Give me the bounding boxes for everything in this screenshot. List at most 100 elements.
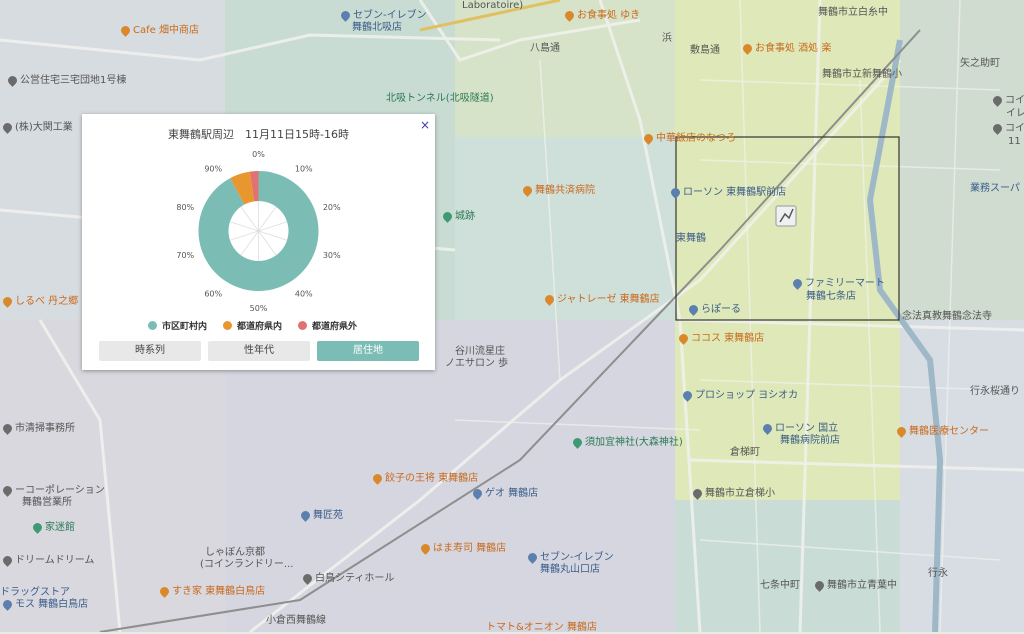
map-poi-label[interactable]: 舞鶴市立倉梯小 [690, 486, 775, 500]
map-poi-label[interactable]: 餃子の王将 東舞鶴店 [370, 471, 479, 485]
map-poi-label[interactable]: 須加宜神社(大森神社) [570, 435, 683, 449]
map-poi-label[interactable]: らぽーる [686, 302, 741, 316]
ring-tick-label: 0% [252, 150, 265, 159]
map-poi-text: ーコーポレーション [15, 485, 105, 496]
map-poi-label[interactable]: ファミリーマート [790, 276, 885, 290]
legend-label: 都道府県内 [237, 322, 283, 332]
map-pin-icon [1, 483, 14, 497]
map-poi-label[interactable]: プロショップ ヨシオカ [680, 388, 798, 402]
map-poi-label[interactable]: 八島通 [530, 43, 560, 55]
map-pin-icon [1, 294, 14, 308]
map-poi-label[interactable]: 舞鶴共済病院 [520, 183, 595, 197]
map-poi-label[interactable]: コイ [990, 121, 1024, 135]
map-poi-label[interactable]: (株)大関工業 [0, 120, 73, 134]
map-poi-text: 矢之助町 [960, 58, 1000, 69]
map-poi-label[interactable]: 業務スーパ [970, 183, 1020, 195]
map-poi-label[interactable]: 舞鶴七条店 [806, 291, 856, 303]
map-poi-label[interactable]: 行永 [928, 568, 948, 580]
ring-tick-label: 40% [295, 289, 313, 298]
map-poi-text: 餃子の王将 東舞鶴店 [385, 473, 479, 484]
map-poi-label[interactable]: 舞鶴丸山口店 [540, 564, 600, 576]
map-poi-text: 11 [1008, 136, 1021, 147]
map-pin-icon [471, 486, 484, 500]
map-poi-label[interactable]: ドラッグストア [0, 587, 70, 599]
map-poi-label[interactable]: ココス 東舞鶴店 [676, 331, 764, 345]
map-poi-label[interactable]: ローソン 国立 [760, 421, 838, 435]
map-poi-label[interactable]: 浜 [662, 33, 672, 45]
map-poi-label[interactable]: しるべ 丹之郷 [0, 294, 78, 308]
map-poi-label[interactable]: すき家 東舞鶴白鳥店 [157, 584, 265, 598]
map-poi-text: コイ [1005, 123, 1024, 134]
map-poi-label[interactable]: お食事処 酒処 楽 [740, 41, 832, 55]
map-poi-label[interactable]: 家迷館 [30, 520, 75, 534]
map-poi-label[interactable]: (コインランドリー... [200, 559, 293, 571]
map-poi-label[interactable]: ドリームドリーム [0, 553, 94, 567]
map-poi-label[interactable]: ジャトレーゼ 東舞鶴店 [542, 292, 660, 306]
map-poi-label[interactable]: セブン-イレブン [338, 8, 427, 22]
map-poi-text: セブン-イレブン [540, 552, 614, 563]
map-poi-label[interactable]: トマト&オニオン 舞鶴店 [486, 622, 597, 634]
map-poi-label[interactable]: Cafe 畑中商店 [118, 23, 199, 37]
map-poi-label[interactable]: 舞鶴市立白糸中 [818, 7, 888, 19]
donut-spoke [258, 230, 288, 241]
map-poi-label[interactable]: 舞鶴市立新舞鶴小 [822, 69, 902, 81]
map-poi-text: トマト&オニオン 舞鶴店 [486, 622, 597, 633]
map-poi-label[interactable]: はま寿司 舞鶴店 [418, 541, 507, 555]
map-poi-label[interactable]: 敷島通 [690, 45, 720, 57]
map-poi-text: ドラッグストア [0, 587, 70, 598]
map-poi-label[interactable]: 公営住宅三宅団地1号棟 [5, 73, 126, 87]
map-poi-label[interactable]: 北吸トンネル(北吸隧道) [386, 93, 494, 105]
map-poi-label[interactable]: 七条中町 [760, 580, 800, 592]
map-poi-text: 小倉西舞鶴線 [266, 615, 326, 626]
map-poi-label[interactable]: イレ [1006, 108, 1024, 120]
map-poi-label[interactable]: 矢之助町 [960, 58, 1000, 70]
map-poi-label[interactable]: 舞鶴市立青葉中 [812, 578, 897, 592]
map-poi-label[interactable]: 市清掃事務所 [0, 421, 75, 435]
tab-timeseries[interactable]: 時系列 [99, 341, 201, 361]
map-poi-label[interactable]: 舞鶴北吸店 [352, 22, 402, 34]
map-poi-text: ファミリーマート [805, 278, 885, 289]
map-poi-label[interactable]: ローソン 東舞鶴駅前店 [668, 185, 787, 199]
map-poi-label[interactable]: 行永桜通り [970, 386, 1020, 398]
tab-residence[interactable]: 居住地 [317, 341, 419, 361]
map-pin-icon [1, 120, 14, 134]
map-poi-label[interactable]: お食事処 ゆき [562, 8, 640, 22]
map-poi-label[interactable]: 舞鶴医療センター [894, 424, 989, 438]
map-poi-text: 北吸トンネル(北吸隧道) [386, 93, 494, 104]
map-poi-label[interactable]: 城跡 [440, 209, 475, 223]
map-poi-label[interactable]: ーコーポレーション [0, 483, 105, 497]
tab-gender-age[interactable]: 性年代 [208, 341, 310, 361]
map-poi-text: 七条中町 [760, 580, 800, 591]
map-poi-label[interactable]: モス 舞鶴白鳥店 [0, 597, 88, 611]
map-poi-label[interactable]: 中華飯店のなつろ [641, 131, 736, 145]
map-poi-label[interactable]: コイ [990, 93, 1024, 107]
map-poi-label[interactable]: ゲオ 舞鶴店 [470, 486, 538, 500]
map-pin-icon [571, 435, 584, 449]
legend-item: 都道府県内 [223, 319, 282, 332]
map-poi-label[interactable]: 舞鶴病院前店 [780, 435, 840, 447]
legend-dot-icon [148, 321, 157, 330]
map-pin-icon [419, 541, 432, 555]
map-poi-label[interactable]: 東舞鶴 [676, 233, 706, 245]
map-poi-text: ノエサロン 歩 [445, 358, 509, 369]
map-poi-label[interactable]: 舞鶴営業所 [22, 497, 72, 509]
map-poi-label[interactable]: 倉梯町 [730, 447, 760, 459]
map-poi-text: ローソン 東舞鶴駅前店 [683, 187, 787, 198]
map-poi-label[interactable]: しゃぼん京都 [205, 547, 265, 559]
map-poi-label[interactable]: ノエサロン 歩 [445, 358, 508, 370]
map-poi-label[interactable]: 舞匠苑 [298, 508, 343, 522]
map-poi-label[interactable]: 念法真教舞鶴念法寺 [902, 311, 992, 323]
map-poi-label[interactable]: 小倉西舞鶴線 [266, 615, 326, 627]
map-poi-label[interactable]: 11 [1008, 136, 1021, 148]
map-poi-label[interactable]: 白鳥シティホール [300, 571, 394, 585]
map-pin-icon [31, 520, 44, 534]
donut-spoke [258, 230, 277, 256]
map-poi-label[interactable]: セブン-イレブン [525, 550, 614, 564]
map-poi-text: 舞鶴市立倉梯小 [705, 488, 775, 499]
map-poi-label[interactable]: Laboratoire) [462, 0, 523, 12]
map-poi-label[interactable]: 谷川流星庄 [455, 346, 505, 358]
map-poi-text: お食事処 酒処 楽 [755, 43, 832, 54]
map-pin-icon [1, 421, 14, 435]
residence-donut-chart: 0% 10% 20% 30% 40% 50% 60% 70% 80% 90% [176, 150, 341, 313]
map-poi-text: はま寿司 舞鶴店 [433, 543, 507, 554]
